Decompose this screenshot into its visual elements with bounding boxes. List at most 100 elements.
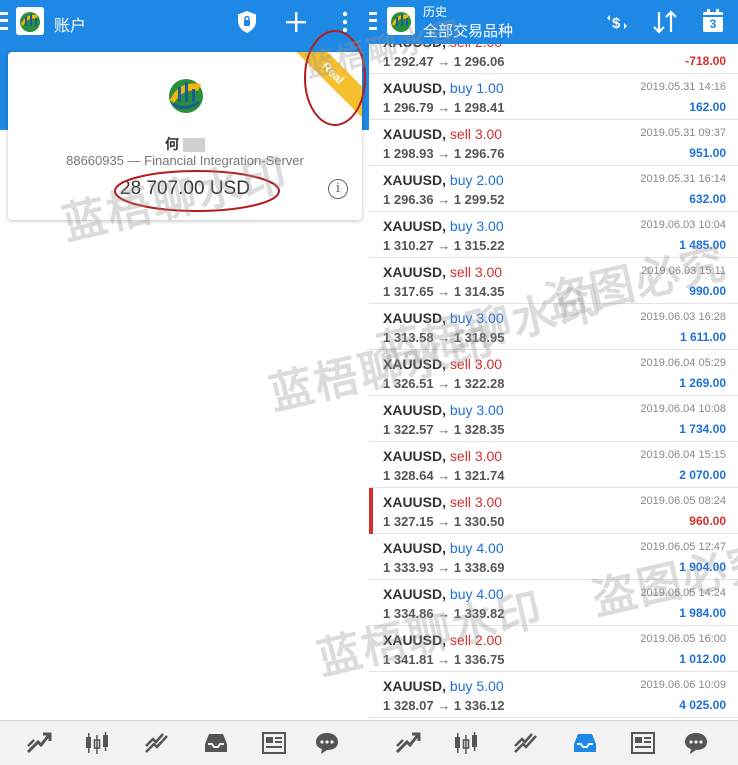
trade-prices: 1 322.57 → 1 328.35 (383, 422, 505, 437)
trade-prices: 1 298.93 → 1 296.76 (383, 146, 505, 161)
trade-profit: 1 734.00 (679, 422, 726, 436)
trade-row[interactable]: XAUUSD, buy 3.00 1 310.27 → 1 315.22 2019.… (369, 212, 738, 258)
trade-side: buy (449, 586, 473, 602)
currency-exchange-icon[interactable]: $ (605, 10, 629, 39)
add-icon[interactable] (284, 10, 308, 39)
account-holder-name: 何 (8, 134, 362, 154)
nav-trade-icon[interactable] (143, 730, 171, 756)
nav-news-icon[interactable] (629, 730, 657, 756)
trade-profit: -718.00 (685, 54, 726, 68)
trade-row[interactable]: XAUUSD, sell 2.00 1 292.47 → 1 296.06 2019… (369, 44, 738, 74)
trade-side: sell (449, 632, 471, 648)
trade-row[interactable]: XAUUSD, buy 3.00 1 313.58 → 1 318.95 2019.… (369, 304, 738, 350)
nav-trade-icon[interactable] (512, 730, 540, 756)
trade-volume: 1.00 (476, 80, 504, 96)
trade-row[interactable]: XAUUSD, sell 2.00 1 341.81 → 1 336.75 2019… (369, 626, 738, 672)
trade-volume: 3.00 (474, 494, 503, 510)
metatrader-logo-large (163, 72, 209, 123)
trade-side: sell (449, 448, 471, 464)
nav-chart-candles-icon[interactable] (83, 730, 111, 756)
trade-symbol: XAUUSD, (383, 678, 447, 694)
account-card[interactable]: Real 何 88660935 — Financial Integration-… (8, 52, 362, 220)
trade-title: XAUUSD, buy 2.00 (383, 172, 504, 188)
trade-title: XAUUSD, buy 1.00 (383, 80, 504, 96)
trade-side: buy (449, 172, 473, 188)
nav-chat-icon[interactable] (682, 730, 710, 756)
info-icon[interactable]: i (328, 179, 348, 199)
nav-quotes-icon[interactable] (394, 730, 422, 756)
redacted-name (183, 138, 205, 153)
page-title: 账户 (54, 18, 87, 35)
trade-title: XAUUSD, sell 2.00 (383, 632, 502, 648)
nav-history-inbox-icon[interactable] (202, 730, 230, 756)
more-options-icon[interactable] (341, 10, 349, 39)
trade-row[interactable]: XAUUSD, buy 4.00 1 334.86 → 1 339.82 2019.… (369, 580, 738, 626)
bottom-nav-right (369, 720, 738, 765)
trade-row[interactable]: XAUUSD, sell 3.00 1 317.65 → 1 314.35 2019… (369, 258, 738, 304)
nav-quotes-icon[interactable] (25, 730, 53, 756)
trade-prices: 1 296.36 → 1 299.52 (383, 192, 505, 207)
trade-row[interactable]: XAUUSD, buy 5.00 1 328.07 → 1 336.12 2019.… (369, 672, 738, 718)
real-account-badge: Real (286, 52, 362, 120)
trade-symbol: XAUUSD, (383, 540, 447, 556)
menu-icon[interactable] (0, 10, 10, 32)
trade-title: XAUUSD, buy 5.00 (383, 678, 504, 694)
calendar-icon[interactable]: 3 (702, 9, 724, 38)
trade-profit: 1 904.00 (679, 560, 726, 574)
trade-side: sell (450, 44, 471, 50)
bottom-nav-left (0, 720, 369, 765)
nav-chat-icon[interactable] (313, 730, 341, 756)
trade-symbol: XAUUSD, (383, 310, 447, 326)
trade-title: XAUUSD, buy 4.00 (383, 540, 504, 556)
trade-side: buy (449, 402, 473, 418)
trade-prices: 1 334.86 → 1 339.82 (383, 606, 505, 621)
calendar-day: 3 (709, 17, 717, 31)
trade-row[interactable]: XAUUSD, sell 3.00 1 298.93 → 1 296.76 2019… (369, 120, 738, 166)
trade-time: 2019.06.05 12:47 (640, 541, 726, 553)
trade-time: 2019.06.05 14:24 (640, 587, 726, 599)
trade-time: 2019.06.04 05:29 (640, 357, 726, 369)
svg-text:$: $ (612, 15, 621, 32)
nav-history-inbox-icon-active[interactable] (571, 730, 599, 756)
trade-row[interactable]: XAUUSD, sell 3.00 1 328.64 → 1 321.74 2019… (369, 442, 738, 488)
trade-volume: 3.00 (474, 356, 503, 372)
trade-profit: 4 025.00 (679, 698, 726, 712)
trade-time: 2019.05.31 14:53 (640, 44, 726, 47)
trade-time: 2019.06.05 08:24 (640, 495, 726, 507)
trade-row[interactable]: XAUUSD, buy 3.00 1 322.57 → 1 328.35 2019.… (369, 396, 738, 442)
trade-prices: 1 317.65 → 1 314.35 (383, 284, 505, 299)
trade-title: XAUUSD, sell 3.00 (383, 494, 502, 510)
trade-side: buy (449, 678, 473, 694)
trade-row[interactable]: XAUUSD, sell 3.00 1 327.15 → 1 330.50 2019… (369, 488, 738, 534)
trade-row[interactable]: XAUUSD, buy 2.00 1 296.36 → 1 299.52 2019.… (369, 166, 738, 212)
trade-time: 2019.06.06 10:09 (640, 679, 726, 691)
trade-volume: 3.00 (476, 402, 504, 418)
menu-icon[interactable] (369, 10, 379, 32)
trade-prices: 1 313.58 → 1 318.95 (383, 330, 505, 345)
trade-row[interactable]: XAUUSD, buy 4.00 1 333.93 → 1 338.69 2019.… (369, 534, 738, 580)
trade-symbol: XAUUSD, (383, 172, 447, 188)
trade-volume: 3.00 (474, 264, 503, 280)
trade-side: sell (449, 356, 471, 372)
metatrader-logo (387, 7, 415, 35)
nav-chart-candles-icon[interactable] (452, 730, 480, 756)
trade-history-list[interactable]: XAUUSD, sell 2.00 1 292.47 → 1 296.06 2019… (369, 44, 738, 720)
trade-title: XAUUSD, buy 4.00 (383, 586, 504, 602)
trade-time: 2019.06.04 10:08 (640, 403, 726, 415)
trade-title: XAUUSD, sell 2.00 (383, 44, 502, 50)
nav-news-icon[interactable] (260, 730, 288, 756)
trade-symbol: XAUUSD, (383, 586, 447, 602)
trade-title: XAUUSD, sell 3.00 (383, 126, 502, 142)
trade-volume: 3.00 (476, 218, 504, 234)
trade-prices: 1 310.27 → 1 315.22 (383, 238, 505, 253)
trade-time: 2019.06.04 15:15 (640, 449, 726, 461)
sort-icon[interactable] (652, 10, 678, 39)
trade-row[interactable]: XAUUSD, sell 3.00 1 326.51 → 1 322.28 2019… (369, 350, 738, 396)
trade-row[interactable]: XAUUSD, buy 1.00 1 296.79 → 1 298.41 2019.… (369, 74, 738, 120)
shield-icon[interactable] (236, 10, 258, 39)
trade-side: sell (449, 264, 471, 280)
trade-volume: 2.00 (476, 172, 504, 188)
symbol-filter[interactable]: 全部交易品种 (423, 20, 513, 41)
trade-title: XAUUSD, sell 3.00 (383, 264, 502, 280)
trade-side: buy (449, 80, 473, 96)
